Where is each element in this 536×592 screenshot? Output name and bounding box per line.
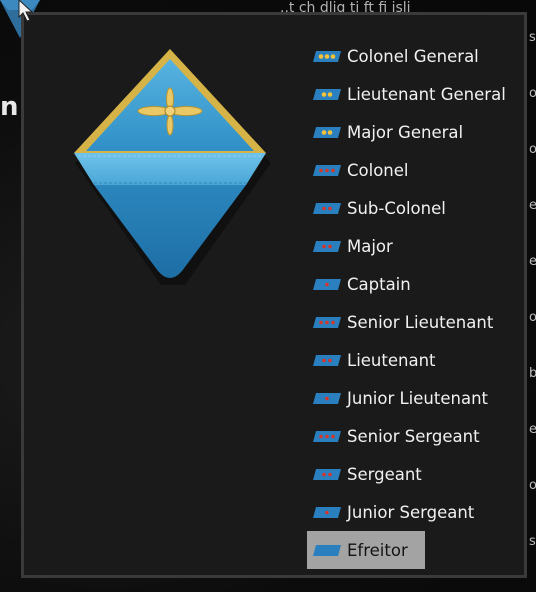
rank-option-junior-sergeant[interactable]: Junior Sergeant [307, 493, 474, 531]
background-text-fragment: o [529, 478, 536, 493]
rank-badge-icon [313, 392, 341, 404]
rank-label: Major General [347, 122, 464, 142]
rank-label: Junior Sergeant [347, 502, 475, 522]
rank-option-captain[interactable]: Captain [307, 265, 425, 303]
rank-option-senior-sergeant[interactable]: Senior Sergeant [307, 417, 480, 455]
background-text-fragment: b [529, 366, 536, 381]
rank-badge-icon [313, 202, 341, 214]
rank-label: Junior Lieutenant [347, 388, 488, 408]
background-letter: n [0, 92, 19, 122]
rank-option-lieutenant-general[interactable]: Lieutenant General [307, 75, 506, 113]
rank-label: Efreitor [347, 540, 408, 560]
background-text-fragment: e [529, 422, 536, 437]
background-right-text: s o o e e o b e o s [529, 0, 536, 592]
mouse-cursor-icon [18, 0, 34, 22]
rank-badge-icon [313, 544, 341, 556]
rank-badge-icon [313, 240, 341, 252]
rank-badge-icon [313, 506, 341, 518]
rank-badge-icon [313, 468, 341, 480]
rank-label: Colonel [347, 160, 409, 180]
rank-option-major-general[interactable]: Major General [307, 113, 463, 151]
rank-badge-icon [313, 316, 341, 328]
background-text-fragment: s [529, 30, 536, 45]
background-text-fragment: o [529, 86, 536, 101]
rank-option-junior-lieutenant[interactable]: Junior Lieutenant [307, 379, 488, 417]
rank-option-major[interactable]: Major [307, 227, 425, 265]
rank-label: Major [347, 236, 393, 256]
background-text-fragment: e [529, 198, 536, 213]
rank-badge-icon [313, 164, 341, 176]
rank-label: Lieutenant General [347, 84, 506, 104]
rank-option-colonel[interactable]: Colonel [307, 151, 425, 189]
background-text-fragment: e [529, 254, 536, 269]
rank-badge-icon [313, 354, 341, 366]
rank-label: Lieutenant [347, 350, 436, 370]
rank-option-senior-lieutenant[interactable]: Senior Lieutenant [307, 303, 493, 341]
rank-option-efreitor[interactable]: Efreitor [307, 531, 425, 569]
rank-label: Senior Sergeant [347, 426, 480, 446]
background-text-fragment: s [529, 534, 536, 549]
air-force-shoulder-patch-icon [74, 49, 270, 285]
rank-option-sub-colonel[interactable]: Sub-Colonel [307, 189, 446, 227]
rank-option-lieutenant[interactable]: Lieutenant [307, 341, 436, 379]
rank-badge-icon [313, 278, 341, 290]
rank-label: Sergeant [347, 464, 422, 484]
rank-badge-icon [313, 88, 341, 100]
rank-option-sergeant[interactable]: Sergeant [307, 455, 425, 493]
rank-badge-icon [313, 430, 341, 442]
rank-selector-panel: Colonel General Lieutenant General Major G… [21, 12, 527, 578]
rank-option-colonel-general[interactable]: Colonel General [307, 37, 479, 75]
background-text-fragment: o [529, 142, 536, 157]
rank-badge-icon [313, 50, 341, 62]
rank-label: Captain [347, 274, 411, 294]
rank-label: Sub-Colonel [347, 198, 446, 218]
background-text-fragment: o [529, 310, 536, 325]
rank-badge-icon [313, 126, 341, 138]
rank-label: Senior Lieutenant [347, 312, 494, 332]
rank-label: Colonel General [347, 46, 479, 66]
